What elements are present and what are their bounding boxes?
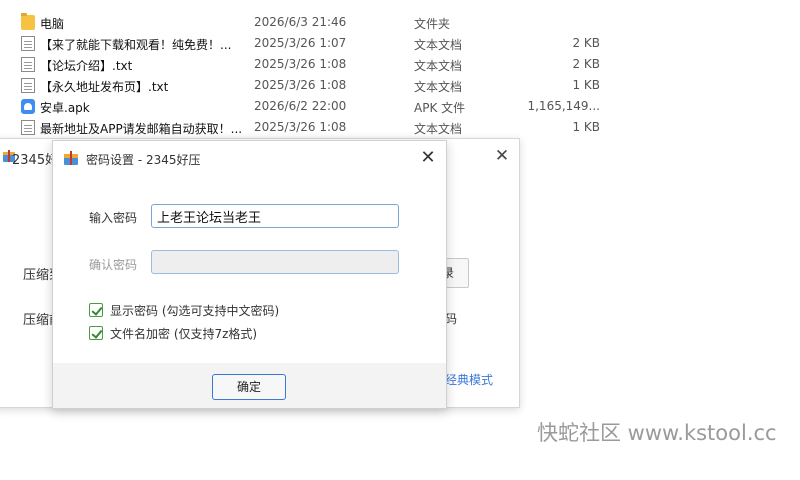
file-name: 安卓.apk (40, 101, 90, 115)
confirm-password-label: 确认密码 (89, 258, 138, 272)
file-name: 电脑 (40, 17, 65, 31)
txt-file-icon (21, 57, 35, 72)
file-size: 2 KB (572, 36, 600, 50)
file-type: 文件夹 (414, 17, 451, 31)
apk-file-icon (21, 99, 35, 114)
password-dialog-titlebar: 密码设置 - 2345好压 (53, 141, 446, 175)
watermark: 快蛇社区 www.kstool.cc (537, 421, 777, 445)
ok-button[interactable]: 确定 (212, 374, 286, 400)
file-type: 文本文档 (414, 59, 463, 73)
file-type: 文本文档 (414, 38, 463, 52)
app-logo-icon (64, 151, 78, 165)
close-icon[interactable]: ✕ (493, 147, 511, 165)
encrypt-filenames-label: 文件名加密 (仅支持7z格式) (110, 326, 258, 341)
file-row[interactable]: 安卓.apk 2026/6/2 22:00 APK 文件 1,165,149..… (0, 96, 800, 117)
encrypt-filenames-option[interactable]: 文件名加密 (仅支持7z格式) (89, 324, 257, 342)
file-type: 文本文档 (414, 80, 463, 94)
file-size: 1 KB (572, 78, 600, 92)
file-date: 2025/3/26 1:08 (254, 57, 347, 71)
file-date: 2026/6/2 22:00 (254, 99, 347, 113)
file-row[interactable]: 【来了就能下载和观看！纯免费！... 2025/3/26 1:07 文本文档 2… (0, 33, 800, 54)
password-label: 输入密码 (89, 211, 138, 225)
classic-mode-link[interactable]: 经典模式 (445, 371, 493, 388)
password-input[interactable] (151, 204, 399, 228)
password-dialog: 密码设置 - 2345好压 ✕ 输入密码 确认密码 显示密码 (勾选可支持中文密… (52, 140, 447, 409)
file-date: 2025/3/26 1:08 (254, 120, 347, 134)
file-row[interactable]: 最新地址及APP请发邮箱自动获取！... 2025/3/26 1:08 文本文档… (0, 117, 800, 138)
file-type: APK 文件 (414, 101, 466, 115)
file-size: 1,165,149... (527, 99, 600, 113)
close-icon[interactable]: ✕ (418, 148, 438, 168)
file-date: 2025/3/26 1:07 (254, 36, 347, 50)
file-size: 2 KB (572, 57, 600, 71)
encrypt-filenames-checkbox[interactable] (89, 326, 103, 340)
file-name: 【来了就能下载和观看！纯免费！... (40, 38, 232, 52)
show-password-checkbox[interactable] (89, 303, 103, 317)
file-date: 2025/3/26 1:08 (254, 78, 347, 92)
file-name: 【永久地址发布页】.txt (40, 80, 169, 94)
file-row[interactable]: 【永久地址发布页】.txt 2025/3/26 1:08 文本文档 1 KB (0, 75, 800, 96)
file-type: 文本文档 (414, 122, 463, 136)
file-row[interactable]: 【论坛介绍】.txt 2025/3/26 1:08 文本文档 2 KB (0, 54, 800, 75)
file-row[interactable]: 电脑 2026/6/3 21:46 文件夹 (0, 12, 800, 33)
password-dialog-title: 密码设置 - 2345好压 (86, 153, 201, 167)
confirm-password-input[interactable] (151, 250, 399, 274)
file-size: 1 KB (572, 120, 600, 134)
txt-file-icon (21, 36, 35, 51)
txt-file-icon (21, 120, 35, 135)
file-date: 2026/6/3 21:46 (254, 15, 347, 29)
file-name: 【论坛介绍】.txt (40, 59, 133, 73)
txt-file-icon (21, 78, 35, 93)
show-password-option[interactable]: 显示密码 (勾选可支持中文密码) (89, 301, 279, 319)
file-name: 最新地址及APP请发邮箱自动获取！... (40, 122, 243, 136)
show-password-label: 显示密码 (勾选可支持中文密码) (110, 303, 280, 318)
folder-icon (21, 13, 35, 30)
